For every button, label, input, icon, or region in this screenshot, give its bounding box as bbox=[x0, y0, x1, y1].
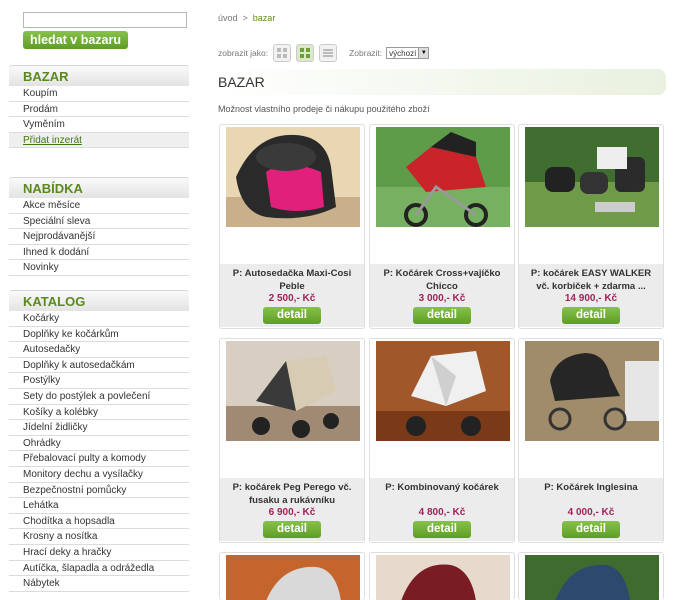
sidebar-item-doplnky-k-autosedackam[interactable]: Doplňky k autosedačkám bbox=[9, 358, 189, 374]
breadcrumb-home-link[interactable]: úvod bbox=[218, 13, 238, 23]
search-input[interactable] bbox=[23, 12, 187, 28]
product-price: 14 900,- Kč bbox=[564, 293, 618, 304]
view-detail-button[interactable] bbox=[319, 44, 338, 62]
product-detail-button[interactable]: detail bbox=[562, 521, 620, 538]
product-image[interactable] bbox=[525, 555, 659, 600]
sidebar-item-sety-do-postylek[interactable]: Sety do postýlek a povlečení bbox=[9, 389, 189, 405]
product-card[interactable] bbox=[369, 552, 515, 600]
product-detail-button[interactable]: detail bbox=[562, 307, 620, 324]
sidebar-item-autosedacky[interactable]: Autosedačky bbox=[9, 342, 189, 358]
sidebar-item-jidelni-zidlicky[interactable]: Jídelní židličky bbox=[9, 420, 189, 436]
bazar-section: BAZAR Koupím Prodám Vyměním Přidat inzer… bbox=[9, 65, 189, 149]
sidebar-item-koupim[interactable]: Koupím bbox=[9, 86, 189, 102]
product-price: 4 000,- Kč bbox=[567, 507, 615, 518]
view-list-button[interactable] bbox=[273, 44, 292, 62]
black-pram-photo bbox=[525, 341, 659, 441]
red-stroller-photo bbox=[376, 127, 510, 227]
detail-view-icon bbox=[323, 49, 334, 57]
product-card[interactable]: P: kočárek EASY WALKER vč. korbiček + zd… bbox=[518, 124, 664, 329]
product-title[interactable]: P: Kočárek Inglesina bbox=[523, 481, 659, 507]
product-detail-button[interactable]: detail bbox=[263, 521, 321, 538]
product-image[interactable] bbox=[226, 555, 360, 600]
sidebar-item-krosny-a-nositka[interactable]: Krosny a nosítka bbox=[9, 529, 189, 545]
breadcrumb-separator: > bbox=[242, 13, 248, 23]
car-seat-photo bbox=[226, 127, 360, 227]
white-stroller-photo bbox=[376, 341, 510, 441]
display-select[interactable]: výchozí ▼ bbox=[386, 47, 430, 59]
sidebar-item-lehatka[interactable]: Lehátka bbox=[9, 498, 189, 514]
page-description: Možnost vlastního prodeje či nákupu použ… bbox=[218, 104, 430, 114]
stroller-set-photo bbox=[525, 127, 659, 227]
product-image[interactable] bbox=[376, 127, 510, 227]
page-title: BAZAR bbox=[218, 69, 666, 95]
sidebar-item-vymenim[interactable]: Vyměním bbox=[9, 117, 189, 133]
product-card[interactable]: P: kočárek Peg Perego vč. fusaku a rukáv… bbox=[219, 338, 365, 543]
search-button[interactable]: hledat v bazaru bbox=[23, 31, 128, 49]
section-heading-bazar: BAZAR bbox=[9, 65, 189, 86]
sidebar-item-ohradky[interactable]: Ohrádky bbox=[9, 436, 189, 452]
sidebar-item-postylky[interactable]: Postýlky bbox=[9, 373, 189, 389]
sidebar-item-novinky[interactable]: Novinky bbox=[9, 260, 189, 276]
sidebar-item-bezpecnostni-pomucky[interactable]: Bezpečnostní pomůcky bbox=[9, 483, 189, 499]
product-detail-button[interactable]: detail bbox=[263, 307, 321, 324]
stroller-photo bbox=[376, 555, 510, 600]
sidebar-item-kocarky[interactable]: Kočárky bbox=[9, 311, 189, 327]
product-image[interactable] bbox=[525, 127, 659, 227]
product-price: 3 000,- Kč bbox=[418, 293, 466, 304]
product-image[interactable] bbox=[376, 555, 510, 600]
stroller-photo bbox=[226, 555, 360, 600]
sidebar-item-choditka-a-hopsadla[interactable]: Chodítka a hopsadla bbox=[9, 514, 189, 530]
display-label: Zobrazit: bbox=[349, 48, 383, 58]
sidebar-item-nejprodavanejsi[interactable]: Nejprodávanější bbox=[9, 229, 189, 245]
sidebar-item-prodam[interactable]: Prodám bbox=[9, 102, 189, 118]
grid-view-icon bbox=[300, 48, 311, 58]
sidebar-item-ihned-k-dodani[interactable]: Ihned k dodání bbox=[9, 245, 189, 261]
product-title[interactable]: P: kočárek EASY WALKER vč. korbiček + zd… bbox=[523, 267, 659, 293]
sidebar-item-pridat-inzerat[interactable]: Přidat inzerát bbox=[9, 132, 189, 149]
product-card[interactable]: P: Kočárek Inglesina 4 000,- Kč detail bbox=[518, 338, 664, 543]
view-label: zobrazit jako: bbox=[218, 48, 269, 58]
beige-stroller-photo bbox=[226, 341, 360, 441]
breadcrumb-current: bazar bbox=[252, 13, 276, 23]
sidebar-item-prebalovaci-pulty[interactable]: Přebalovací pulty a komody bbox=[9, 451, 189, 467]
chevron-down-icon: ▼ bbox=[418, 48, 429, 58]
product-title[interactable]: P: Autosedačka Maxi-Cosi Peble bbox=[224, 267, 360, 293]
sidebar-item-hraci-deky[interactable]: Hrací deky a hračky bbox=[9, 545, 189, 561]
product-price: 4 800,- Kč bbox=[418, 507, 466, 518]
sidebar-item-nabytek[interactable]: Nábytek bbox=[9, 576, 189, 592]
display-select-value: výchozí bbox=[389, 48, 417, 58]
sidebar-item-doplnky-ke-kocarkum[interactable]: Doplňky ke kočárkům bbox=[9, 327, 189, 343]
product-title[interactable]: P: kočárek Peg Perego vč. fusaku a rukáv… bbox=[224, 481, 360, 507]
product-image[interactable] bbox=[226, 127, 360, 227]
section-heading-katalog: KATALOG bbox=[9, 290, 189, 311]
sidebar-item-monitory-dechu[interactable]: Monitory dechu a vysílačky bbox=[9, 467, 189, 483]
product-card[interactable] bbox=[219, 552, 365, 600]
product-image[interactable] bbox=[525, 341, 659, 441]
product-image[interactable] bbox=[226, 341, 360, 441]
sidebar-item-auticka[interactable]: Autíčka, šlapadla a odrážedla bbox=[9, 561, 189, 577]
product-price: 2 500,- Kč bbox=[268, 293, 316, 304]
breadcrumb: úvod > bazar bbox=[218, 13, 275, 23]
sidebar: hledat v bazaru BAZAR Koupím Prodám Vymě… bbox=[9, 12, 189, 592]
nabidka-section: NABÍDKA Akce měsíce Speciální sleva Nejp… bbox=[9, 177, 189, 276]
product-detail-button[interactable]: detail bbox=[413, 307, 471, 324]
product-price: 6 900,- Kč bbox=[268, 507, 316, 518]
product-title[interactable]: P: Kombinovaný kočárek bbox=[374, 481, 510, 507]
product-card[interactable]: P: Kočárek Cross+vajíčko Chicco 3 000,- … bbox=[369, 124, 515, 329]
stroller-photo bbox=[525, 555, 659, 600]
section-heading-nabidka: NABÍDKA bbox=[9, 177, 189, 198]
sidebar-item-kosiky-a-kolebky[interactable]: Košíky a kolébky bbox=[9, 405, 189, 421]
product-title[interactable]: P: Kočárek Cross+vajíčko Chicco bbox=[374, 267, 510, 293]
product-card[interactable]: P: Autosedačka Maxi-Cosi Peble 2 500,- K… bbox=[219, 124, 365, 329]
sidebar-item-akce-mesice[interactable]: Akce měsíce bbox=[9, 198, 189, 214]
product-image[interactable] bbox=[376, 341, 510, 441]
view-grid-button[interactable] bbox=[296, 44, 315, 62]
product-detail-button[interactable]: detail bbox=[413, 521, 471, 538]
katalog-section: KATALOG Kočárky Doplňky ke kočárkům Auto… bbox=[9, 290, 189, 592]
sidebar-item-specialni-sleva[interactable]: Speciální sleva bbox=[9, 214, 189, 230]
product-card[interactable]: P: Kombinovaný kočárek 4 800,- Kč detail bbox=[369, 338, 515, 543]
list-view-icon bbox=[277, 48, 288, 58]
product-card[interactable] bbox=[518, 552, 664, 600]
view-toolbar: zobrazit jako: Zobrazit: výchozí ▼ bbox=[218, 44, 430, 62]
